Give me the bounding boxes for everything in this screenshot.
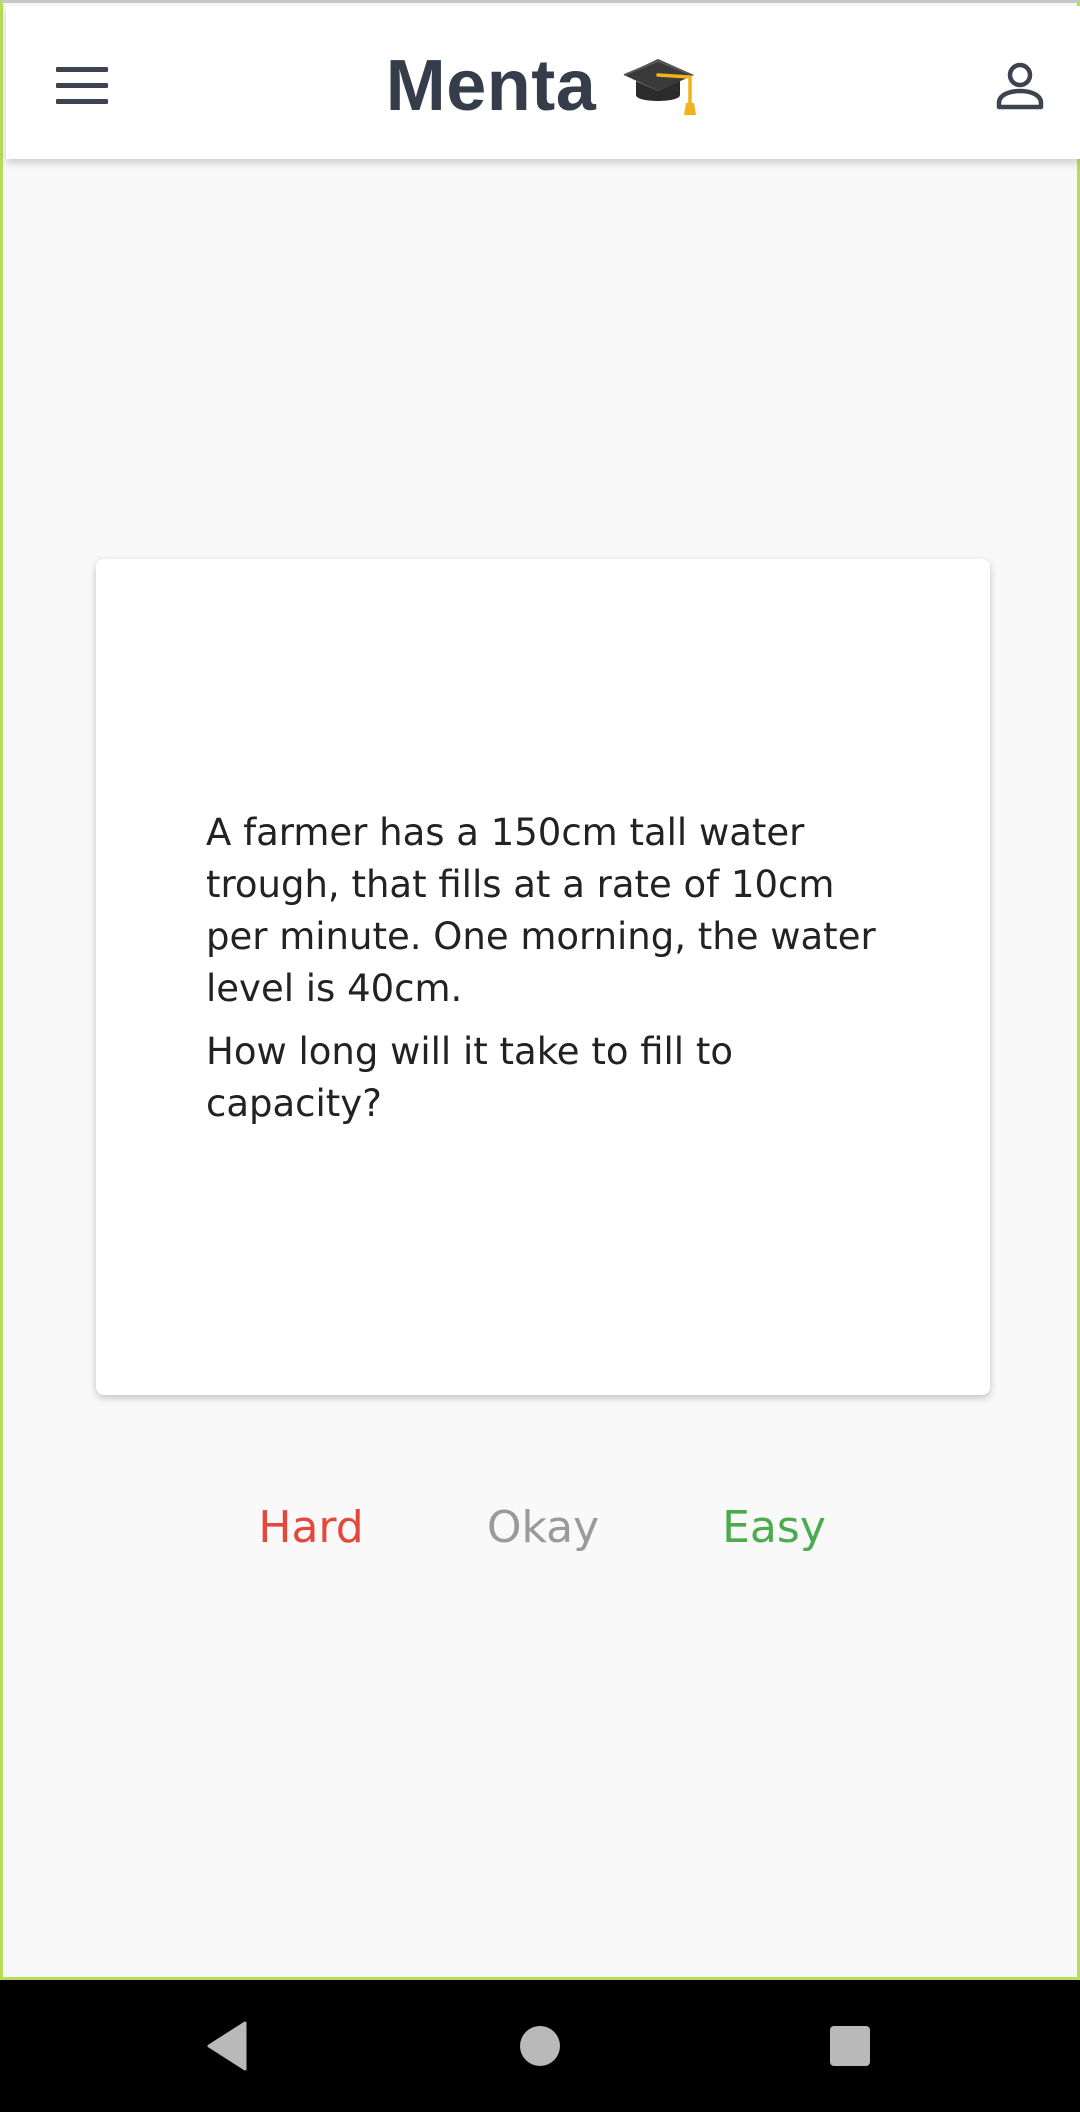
recents-square-icon: [830, 2026, 870, 2066]
nav-recents-button[interactable]: [800, 1998, 900, 2094]
question-paragraph: A farmer has a 150cm tall water trough, …: [206, 811, 876, 1010]
app-title: Menta: [385, 46, 597, 126]
app-title-group: Menta: [6, 36, 1080, 136]
person-icon: [996, 62, 1044, 110]
graduation-cap-icon: [623, 59, 697, 115]
rate-easy-button[interactable]: Easy: [722, 1498, 826, 1558]
app-bar: Menta: [6, 6, 1080, 159]
profile-button[interactable]: [978, 44, 1062, 128]
nav-back-button[interactable]: [177, 1998, 277, 2094]
home-circle-icon: [520, 2026, 560, 2066]
back-triangle-icon: [207, 2021, 247, 2071]
question-paragraph: How long will it take to fill to capacit…: [206, 1030, 733, 1125]
rate-okay-button[interactable]: Okay: [487, 1498, 599, 1558]
nav-home-button[interactable]: [490, 1998, 590, 2094]
question-text: A farmer has a 150cm tall water trough, …: [206, 807, 896, 1141]
difficulty-rating-row: Hard Okay Easy: [3, 1498, 1080, 1558]
rate-hard-button[interactable]: Hard: [258, 1498, 363, 1558]
app-frame: Menta A farmer has a 150cm tall water tr…: [0, 0, 1080, 1980]
system-navigation-bar: [0, 1980, 1080, 2112]
flashcard[interactable]: A farmer has a 150cm tall water trough, …: [96, 559, 990, 1395]
